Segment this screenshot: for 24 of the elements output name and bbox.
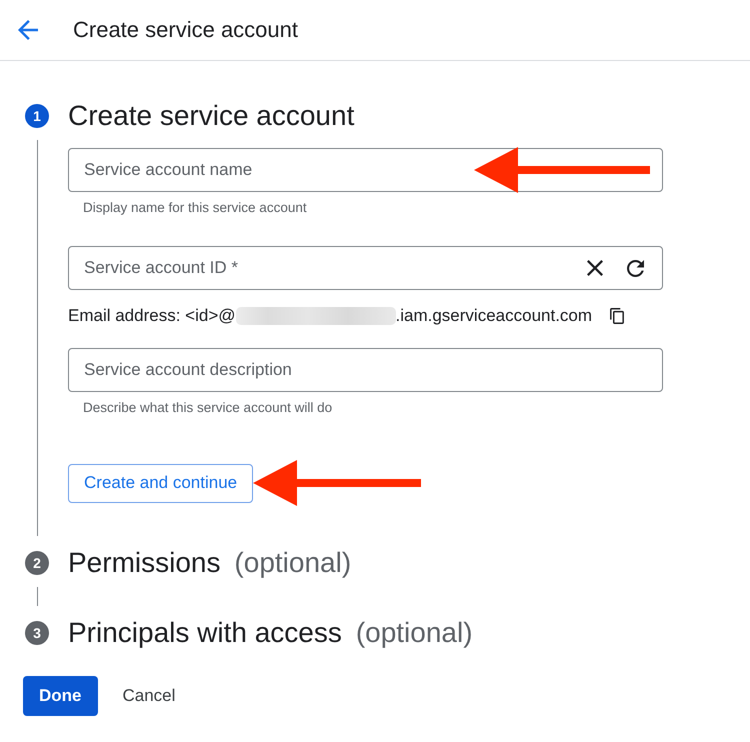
step-title: Principals with access (68, 617, 342, 648)
cancel-button[interactable]: Cancel (106, 676, 192, 716)
step-number: 1 (25, 104, 49, 128)
text-field[interactable]: Service account description (68, 348, 663, 392)
copy-icon[interactable] (610, 308, 624, 324)
step-title: Create service account (68, 100, 354, 131)
clear-icon[interactable] (587, 260, 603, 276)
page-title: Create service account (73, 16, 298, 44)
step-connector (36, 587, 38, 606)
email-address-text: Email address: <id>@ (68, 306, 236, 326)
field-hint: Display name for this service account (83, 200, 307, 216)
text-field[interactable]: Service account name (68, 148, 663, 192)
optional-label: (optional) (234, 547, 352, 578)
step-number: 2 (25, 551, 49, 575)
refresh-icon[interactable] (627, 260, 644, 276)
done-button[interactable]: Done (23, 676, 98, 716)
step-number: 3 (25, 621, 49, 645)
back-arrow-icon[interactable] (18, 20, 38, 40)
create-and-continue-button[interactable]: Create and continue (68, 464, 254, 502)
optional-label: (optional) (356, 617, 473, 648)
step-title: Permissions (68, 547, 220, 578)
text-field[interactable]: Service account ID * (68, 246, 663, 290)
email-domain-text: .iam.gserviceaccount.com (396, 306, 592, 326)
field-hint: Describe what this service account will do (83, 400, 332, 416)
